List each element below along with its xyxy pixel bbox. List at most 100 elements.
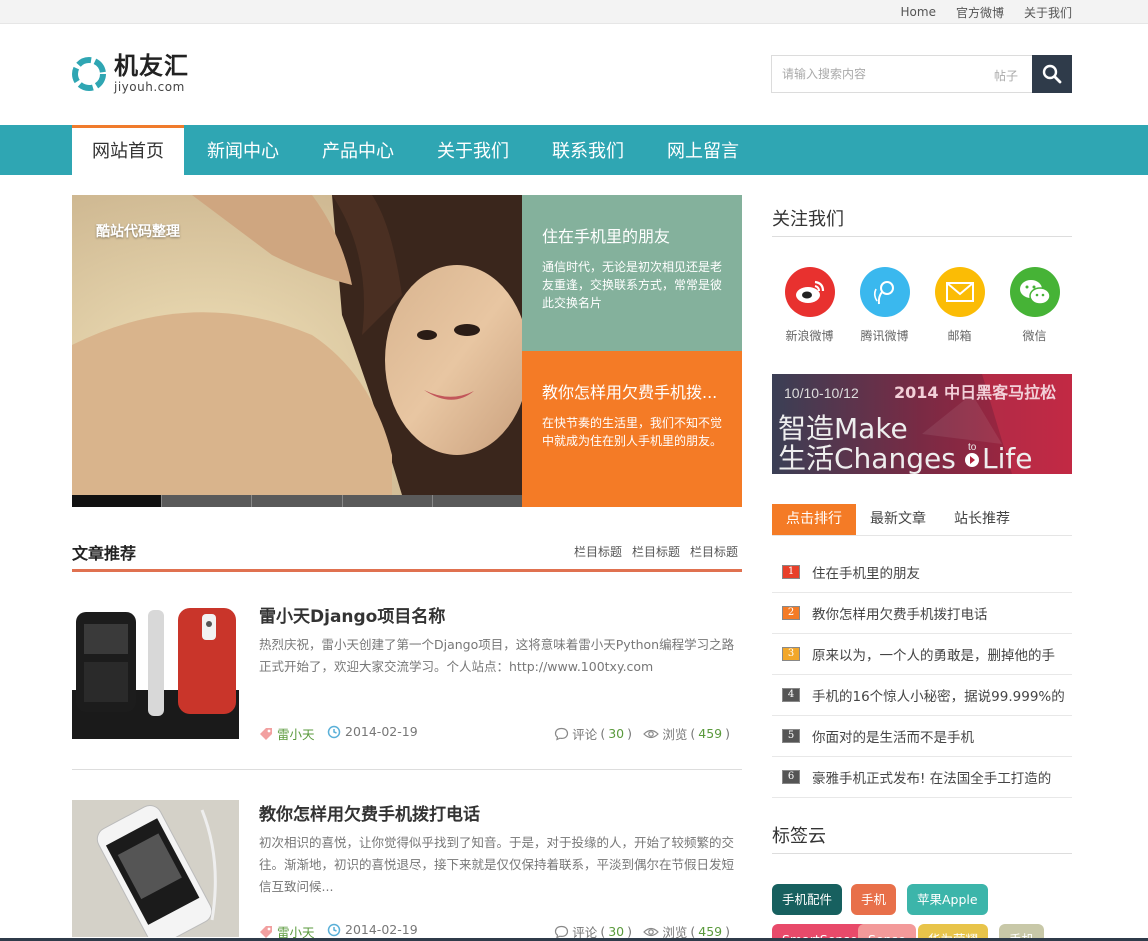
- rank-text: 住在手机里的朋友: [812, 566, 920, 582]
- wechat-icon: [1009, 267, 1060, 317]
- rank-text: 手机的16个惊人小秘密，据说99.999%的: [812, 689, 1065, 705]
- follow-label: 邮箱: [947, 329, 972, 343]
- rank-text: 豪雅手机正式发布! 在法国全手工打造的: [812, 771, 1052, 787]
- top-link-about[interactable]: 关于我们: [1024, 4, 1072, 21]
- banner-line1: 智造Make: [778, 412, 908, 445]
- article-title[interactable]: 雷小天Django项目名称: [259, 602, 445, 627]
- article-thumbnail[interactable]: [72, 602, 239, 739]
- top-links: Home 官方微博 关于我们: [901, 0, 1072, 24]
- article-excerpt: 热烈庆祝，雷小天创建了第一个Django项目，这将意味着雷小天Python编程学…: [259, 637, 735, 674]
- search-box: 帖子: [771, 55, 1072, 93]
- slider-dot[interactable]: [72, 495, 163, 507]
- hackathon-banner[interactable]: 10/10-10/12 2014 中日黑客马拉松 智造Make 生活Change…: [772, 374, 1072, 474]
- tab-latest[interactable]: 最新文章: [856, 504, 940, 535]
- follow-mail[interactable]: 邮箱: [922, 267, 997, 347]
- rank-item[interactable]: 3 原来以为，一个人的勇敢是，删掉他的手: [772, 634, 1072, 675]
- slider-dot[interactable]: [432, 495, 522, 507]
- feature-desc: 在快节奏的生活里，我们不知不觉中就成为住在别人手机里的朋友。: [542, 416, 723, 448]
- top-link-home[interactable]: Home: [901, 5, 936, 19]
- slider-dot[interactable]: [252, 495, 343, 507]
- article-date: 2014-02-19: [327, 922, 418, 937]
- clock-icon: [327, 725, 341, 738]
- logo-name: 机友汇: [114, 51, 189, 80]
- article-item: 雷小天Django项目名称 热烈庆祝，雷小天创建了第一个Django项目，这将意…: [72, 602, 742, 770]
- follow-icons: 新浪微博 腾讯微博 邮箱 微信: [772, 267, 1072, 347]
- comments-count: 30: [608, 924, 625, 939]
- follow-wechat[interactable]: 微信: [997, 267, 1072, 347]
- tab-recommend[interactable]: 站长推荐: [940, 504, 1024, 535]
- rank-number: 4: [782, 688, 800, 702]
- follow-tencent[interactable]: 腾讯微博: [847, 267, 922, 347]
- slider-dot[interactable]: [342, 495, 433, 507]
- nav-item-home[interactable]: 网站首页: [72, 125, 184, 175]
- date-text: 2014-02-19: [345, 922, 418, 937]
- follow-label: 新浪微博: [785, 329, 834, 343]
- rank-item[interactable]: 1 住在手机里的朋友: [772, 552, 1072, 593]
- rank-item[interactable]: 5 你面对的是生活而不是手机: [772, 716, 1072, 757]
- rank-list: 1 住在手机里的朋友 2 教你怎样用欠费手机拨打电话 3 原来以为，一个人的勇敢是，删…: [772, 552, 1072, 798]
- column-link[interactable]: 栏目标题: [632, 543, 680, 560]
- site-logo[interactable]: 机友汇 jiyouh.com: [72, 54, 189, 93]
- article-views[interactable]: 浏览(459): [643, 724, 730, 743]
- follow-weibo[interactable]: 新浪微博: [772, 267, 847, 347]
- article-date: 2014-02-19: [327, 724, 418, 739]
- slider-dot[interactable]: [162, 495, 253, 507]
- tag-icon: [260, 727, 272, 740]
- column-link[interactable]: 栏目标题: [574, 543, 622, 560]
- rank-tabs: 点击排行 最新文章 站长推荐: [772, 504, 1072, 536]
- recommend-header: 文章推荐 栏目标题 栏目标题 栏目标题: [72, 530, 742, 572]
- search-input[interactable]: [772, 56, 972, 92]
- tag-item[interactable]: 手机配件: [772, 884, 843, 915]
- nav-item-news[interactable]: 新闻中心: [187, 125, 299, 175]
- rank-number: 1: [782, 565, 800, 579]
- mail-icon: [934, 267, 985, 317]
- article-author[interactable]: 雷小天: [259, 724, 315, 743]
- recommend-columns: 栏目标题 栏目标题 栏目标题: [574, 543, 738, 560]
- nav-item-guestbook[interactable]: 网上留言: [647, 125, 759, 175]
- logo-icon: [72, 56, 106, 91]
- tab-hot[interactable]: 点击排行: [772, 504, 856, 535]
- rank-item[interactable]: 4 手机的16个惊人小秘密，据说99.999%的: [772, 675, 1072, 716]
- follow-title: 关注我们: [772, 195, 1072, 237]
- comment-icon: [555, 727, 569, 741]
- feature-box-2[interactable]: 教你怎样用欠费手机拨... 在快节奏的生活里，我们不知不觉中就成为住在别人手机里…: [522, 351, 742, 507]
- banner-to: to: [968, 442, 977, 453]
- feature-desc: 通信时代，无论是初次相见还是老友重逢，交换联系方式，常常是彼此交换名片: [542, 260, 723, 310]
- views-count: 459: [698, 726, 723, 741]
- logo-domain: jiyouh.com: [114, 80, 185, 94]
- top-bar: Home 官方微博 关于我们: [0, 0, 1148, 24]
- feature-box-1[interactable]: 住在手机里的朋友 通信时代，无论是初次相见还是老友重逢，交换联系方式，常常是彼此…: [522, 195, 742, 351]
- nav-item-products[interactable]: 产品中心: [302, 125, 414, 175]
- hero-slider[interactable]: 酷站代码整理: [72, 195, 522, 507]
- eye-icon: [643, 729, 660, 738]
- search-button[interactable]: [1032, 55, 1072, 93]
- rank-text: 你面对的是生活而不是手机: [812, 730, 974, 746]
- nav-item-contact[interactable]: 联系我们: [532, 125, 644, 175]
- banner-image: 10/10-10/12 2014 中日黑客马拉松 智造Make 生活Change…: [772, 374, 1072, 474]
- eye-icon: [643, 927, 660, 936]
- slider-dots: [72, 495, 522, 507]
- article-comments[interactable]: 评论(30): [554, 724, 632, 743]
- banner-life: Life: [982, 442, 1032, 474]
- tag-item[interactable]: 苹果Apple: [907, 884, 988, 915]
- column-link[interactable]: 栏目标题: [690, 543, 738, 560]
- banner-dates: 10/10-10/12: [784, 385, 859, 401]
- banner-line2: 生活Changes: [778, 442, 956, 474]
- rank-number: 5: [782, 729, 800, 743]
- comment-icon: [555, 925, 569, 939]
- clock-icon: [327, 923, 341, 936]
- top-link-weibo[interactable]: 官方微博: [956, 4, 1004, 21]
- follow-label: 微信: [1022, 329, 1047, 343]
- rank-item[interactable]: 2 教你怎样用欠费手机拨打电话: [772, 593, 1072, 634]
- search-scope[interactable]: 帖子: [994, 67, 1018, 84]
- nav-item-about[interactable]: 关于我们: [417, 125, 529, 175]
- comments-label: 评论: [572, 727, 598, 742]
- phone-image: [72, 602, 239, 739]
- tag-item[interactable]: 手机: [851, 884, 897, 915]
- rank-item[interactable]: 6 豪雅手机正式发布! 在法国全手工打造的: [772, 757, 1072, 798]
- views-label: 浏览: [662, 727, 688, 742]
- article-excerpt: 初次相识的喜悦，让你觉得似乎找到了知音。于是，对于投缘的人，开始了较频繁的交往。…: [259, 835, 735, 894]
- article-thumbnail[interactable]: [72, 800, 239, 937]
- slide-caption: 酷站代码整理: [96, 224, 180, 240]
- article-title[interactable]: 教你怎样用欠费手机拨打电话: [259, 800, 480, 825]
